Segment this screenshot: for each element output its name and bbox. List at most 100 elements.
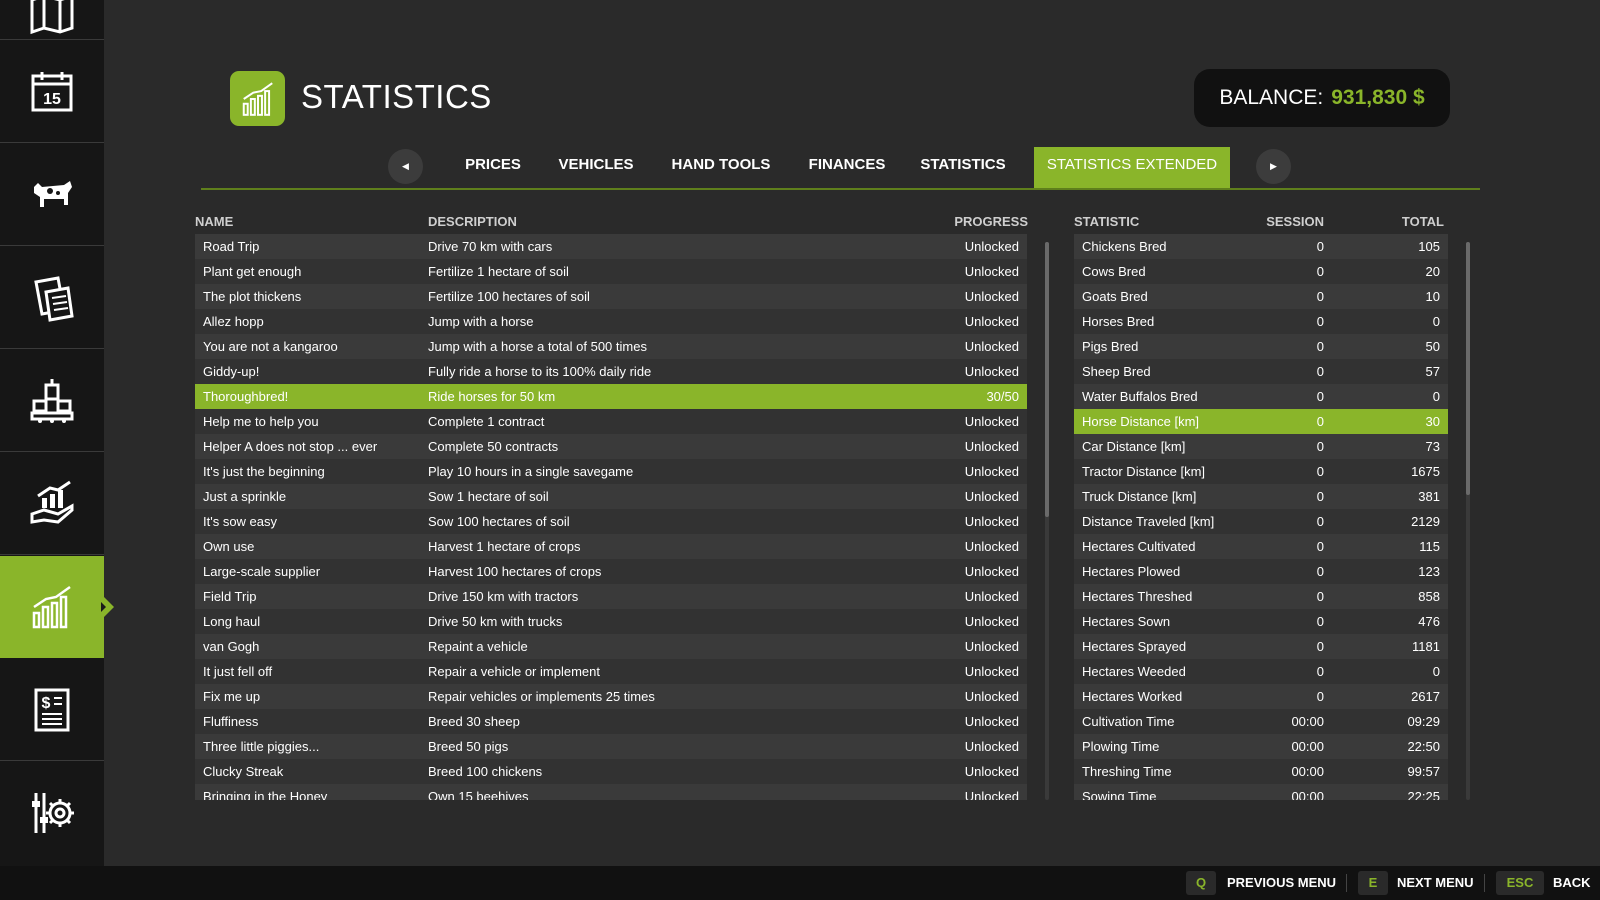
achievement-progress: Unlocked — [964, 664, 1019, 679]
table-row[interactable]: Distance Traveled [km] 0 2129 — [1074, 509, 1448, 534]
table-row[interactable]: Hectares Cultivated 0 115 — [1074, 534, 1448, 559]
prev-menu-label[interactable]: PREVIOUS MENU — [1227, 871, 1336, 895]
prev-menu-key[interactable]: Q — [1186, 871, 1216, 895]
tab-prices[interactable]: PRICES — [453, 147, 533, 189]
sidebar-item-finance-growth[interactable] — [0, 453, 104, 555]
table-row[interactable]: Thoroughbred! Ride horses for 50 km 30/50 — [195, 384, 1027, 409]
table-row[interactable]: Plowing Time 00:00 22:50 — [1074, 734, 1448, 759]
settings-icon — [32, 793, 74, 833]
production-icon — [30, 378, 74, 423]
achievements-scrollbar[interactable] — [1045, 242, 1049, 800]
tab-hand-tools[interactable]: HAND TOOLS — [664, 147, 778, 189]
table-row[interactable]: Goats Bred 0 10 — [1074, 284, 1448, 309]
statistics-scroll-thumb[interactable] — [1466, 242, 1470, 495]
statistic-session: 0 — [1316, 664, 1324, 679]
sidebar-item-animals[interactable] — [0, 144, 104, 246]
sidebar-item-map[interactable] — [0, 0, 104, 40]
table-row[interactable]: Hectares Weeded 0 0 — [1074, 659, 1448, 684]
statistic-name: Sowing Time — [1082, 789, 1157, 800]
table-row[interactable]: Clucky Streak Breed 100 chickens Unlocked — [195, 759, 1027, 784]
achievement-description: Own 15 beehives — [428, 789, 529, 800]
sidebar-item-settings[interactable] — [0, 762, 104, 864]
table-row[interactable]: Sowing Time 00:00 22:25 — [1074, 784, 1448, 800]
table-row[interactable]: It just fell off Repair a vehicle or impl… — [195, 659, 1027, 684]
table-row[interactable]: Hectares Plowed 0 123 — [1074, 559, 1448, 584]
table-row[interactable]: Horses Bred 0 0 — [1074, 309, 1448, 334]
table-row[interactable]: It's just the beginning Play 10 hours in … — [195, 459, 1027, 484]
table-row[interactable]: It's sow easy Sow 100 hectares of soil Unl… — [195, 509, 1027, 534]
statistic-total: 381 — [1418, 489, 1440, 504]
table-row[interactable]: Long haul Drive 50 km with trucks Unlocked — [195, 609, 1027, 634]
table-row[interactable]: Giddy-up! Fully ride a horse to its 100% … — [195, 359, 1027, 384]
statistic-total: 2129 — [1411, 514, 1440, 529]
tab-prev-button[interactable]: ◀ — [388, 149, 423, 184]
tab-statistics[interactable]: STATISTICS — [915, 147, 1011, 189]
sidebar-item-finances[interactable]: $ — [0, 659, 104, 761]
achievement-name: Fix me up — [203, 689, 261, 704]
next-menu-label[interactable]: NEXT MENU — [1397, 871, 1474, 895]
sidebar-item-statistics[interactable] — [0, 556, 114, 658]
achievement-description: Breed 100 chickens — [428, 764, 543, 779]
table-row[interactable]: Large-scale supplier Harvest 100 hectares… — [195, 559, 1027, 584]
tab-next-button[interactable]: ▶ — [1256, 149, 1291, 184]
table-row[interactable]: Field Trip Drive 150 km with tractors Unlo… — [195, 584, 1027, 609]
achievements-scroll-thumb[interactable] — [1045, 242, 1049, 517]
table-row[interactable]: Horse Distance [km] 0 30 — [1074, 409, 1448, 434]
header-statistics-icon — [230, 71, 285, 126]
table-row[interactable]: Plant get enough Fertilize 1 hectare of s… — [195, 259, 1027, 284]
table-row[interactable]: van Gogh Repaint a vehicle Unlocked — [195, 634, 1027, 659]
tab-finances[interactable]: FINANCES — [802, 147, 892, 189]
achievement-progress: Unlocked — [964, 614, 1019, 629]
achievement-progress: Unlocked — [964, 764, 1019, 779]
statistic-name: Hectares Sown — [1082, 614, 1171, 629]
achievement-name: Giddy-up! — [203, 364, 260, 379]
achievement-description: Complete 50 contracts — [428, 439, 559, 454]
table-row[interactable]: Truck Distance [km] 0 381 — [1074, 484, 1448, 509]
table-row[interactable]: The plot thickens Fertilize 100 hectares … — [195, 284, 1027, 309]
table-row[interactable]: You are not a kangaroo Jump with a horse … — [195, 334, 1027, 359]
table-row[interactable]: Allez hopp Jump with a horse Unlocked — [195, 309, 1027, 334]
achievement-progress: Unlocked — [964, 289, 1019, 304]
column-header-statistic: STATISTIC — [1074, 214, 1140, 229]
table-row[interactable]: Hectares Sown 0 476 — [1074, 609, 1448, 634]
back-key[interactable]: ESC — [1496, 871, 1544, 895]
table-row[interactable]: Fix me up Repair vehicles or implements 2… — [195, 684, 1027, 709]
table-row[interactable]: Tractor Distance [km] 0 1675 — [1074, 459, 1448, 484]
statistic-name: Tractor Distance [km] — [1082, 464, 1206, 479]
next-menu-key[interactable]: E — [1358, 871, 1388, 895]
table-row[interactable]: Chickens Bred 0 105 — [1074, 234, 1448, 259]
table-row[interactable]: Road Trip Drive 70 km with cars Unlocked — [195, 234, 1027, 259]
table-row[interactable]: Water Buffalos Bred 0 0 — [1074, 384, 1448, 409]
table-row[interactable]: Bringing in the Honey Own 15 beehives Unlo… — [195, 784, 1027, 800]
statistic-name: Car Distance [km] — [1082, 439, 1186, 454]
tab-vehicles[interactable]: VEHICLES — [553, 147, 639, 189]
table-row[interactable]: Car Distance [km] 0 73 — [1074, 434, 1448, 459]
table-row[interactable]: Threshing Time 00:00 99:57 — [1074, 759, 1448, 784]
table-row[interactable]: Own use Harvest 1 hectare of crops Unlocke… — [195, 534, 1027, 559]
achievement-name: Helper A does not stop ... ever — [203, 439, 378, 454]
achievements-table[interactable]: Road Trip Drive 70 km with cars Unlocked Pl… — [195, 234, 1027, 800]
back-label[interactable]: BACK — [1553, 871, 1591, 895]
table-row[interactable]: Cows Bred 0 20 — [1074, 259, 1448, 284]
statistic-total: 123 — [1418, 564, 1440, 579]
statistics-scrollbar[interactable] — [1466, 242, 1470, 800]
tab-underline — [201, 188, 1480, 190]
table-row[interactable]: Pigs Bred 0 50 — [1074, 334, 1448, 359]
table-row[interactable]: Hectares Threshed 0 858 — [1074, 584, 1448, 609]
table-row[interactable]: Hectares Sprayed 0 1181 — [1074, 634, 1448, 659]
tab-statistics-extended[interactable]: STATISTICS EXTENDED — [1034, 147, 1230, 189]
table-row[interactable]: Helper A does not stop ... ever Complete … — [195, 434, 1027, 459]
table-row[interactable]: Just a sprinkle Sow 1 hectare of soil Unlo… — [195, 484, 1027, 509]
table-row[interactable]: Sheep Bred 0 57 — [1074, 359, 1448, 384]
achievement-progress: Unlocked — [964, 339, 1019, 354]
sidebar-item-production[interactable] — [0, 350, 104, 452]
statistics-table[interactable]: Chickens Bred 0 105 Cows Bred 0 20 Goats Bred 0… — [1074, 234, 1448, 800]
sidebar-item-contracts[interactable] — [0, 247, 104, 349]
table-row[interactable]: Hectares Worked 0 2617 — [1074, 684, 1448, 709]
statistic-name: Pigs Bred — [1082, 339, 1139, 354]
sidebar-item-calendar[interactable]: 15 — [0, 41, 104, 143]
table-row[interactable]: Cultivation Time 00:00 09:29 — [1074, 709, 1448, 734]
table-row[interactable]: Three little piggies... Breed 50 pigs Unlo… — [195, 734, 1027, 759]
table-row[interactable]: Fluffiness Breed 30 sheep Unlocked — [195, 709, 1027, 734]
table-row[interactable]: Help me to help you Complete 1 contract Un… — [195, 409, 1027, 434]
